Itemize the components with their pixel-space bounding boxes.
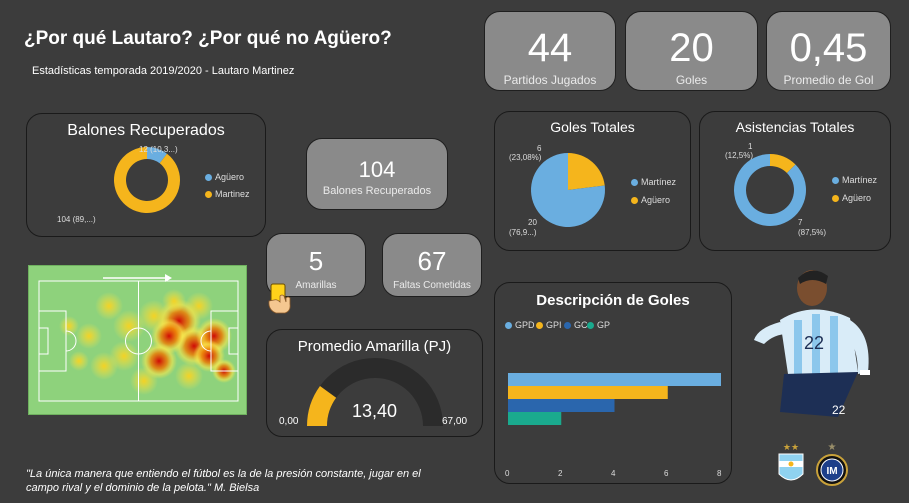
- asistencias-legend-aguero: Agüero: [832, 193, 871, 203]
- heatmap-spot: [175, 362, 203, 390]
- kpi-faltas-label: Faltas Cometidas: [393, 280, 471, 291]
- balones-label-martinez: 104 (89,...): [57, 215, 96, 224]
- heatmap-pitch: [38, 280, 239, 402]
- svg-text:★: ★: [828, 442, 837, 453]
- kpi-balones-card[interactable]: 104 Balones Recuperados: [306, 138, 448, 210]
- inter-crest-icon: ★ IM: [815, 440, 849, 493]
- descripcion-tick-0: 0: [505, 469, 510, 478]
- goles-label-martinez-count: 20: [528, 218, 537, 227]
- player-photo: 22 22: [750, 262, 885, 420]
- asistencias-chart-card[interactable]: Asistencias Totales 1 (12,5%) 7 (87,5%) …: [699, 111, 891, 251]
- kpi-amarillas-value: 5: [308, 246, 324, 276]
- kpi-promedio-value: 0,45: [789, 26, 868, 70]
- svg-text:★★: ★★: [783, 443, 799, 453]
- asistencias-label-aguero-count: 1: [748, 142, 753, 151]
- asistencias-label-martinez-count: 7: [798, 218, 803, 227]
- heatmap-spot: [95, 292, 123, 320]
- kpi-goles-value: 20: [669, 26, 714, 70]
- descripcion-bars: [508, 373, 721, 425]
- descripcion-bar-gpd[interactable]: [508, 373, 721, 386]
- kpi-faltas-card[interactable]: 67 Faltas Cometidas: [382, 233, 482, 297]
- gauge-max: 67,00: [442, 416, 468, 427]
- kpi-promedio-card[interactable]: 0,45 Promedio de Gol: [766, 11, 891, 91]
- page-subtitle: Estadísticas temporada 2019/2020 - Lauta…: [32, 65, 295, 77]
- kpi-partidos-value: 44: [527, 26, 573, 70]
- descripcion-chart-card[interactable]: Descripción de Goles GPD GPI GC GP 0 2 4…: [494, 282, 732, 484]
- goles-label-martinez-pct: (76,9...): [509, 228, 537, 237]
- gauge-min: 0,00: [279, 416, 299, 427]
- descripcion-bar-gc[interactable]: [508, 399, 615, 412]
- dashboard: { "header": { "title": "¿Por qué Lautaro…: [0, 0, 909, 503]
- heatmap-spot: [185, 292, 213, 320]
- balones-label-aguero: 12 (10,3...): [139, 145, 178, 154]
- svg-text:22: 22: [832, 403, 846, 417]
- balones-chart-card[interactable]: Balones Recuperados 12 (10,3...) 104 (89…: [26, 113, 266, 237]
- heatmap-spot: [69, 351, 89, 371]
- descripcion-tick-4: 4: [611, 469, 616, 478]
- kpi-goles-label: Goles: [675, 73, 708, 87]
- kpi-partidos-label: Partidos Jugados: [503, 73, 597, 87]
- kpi-promedio-label: Promedio de Gol: [783, 73, 874, 87]
- heatmap-spot: [59, 316, 79, 336]
- svg-text:IM: IM: [826, 466, 837, 477]
- goles-chart-card[interactable]: Goles Totales 6 (23,08%) 20 (76,9...) Ma…: [494, 111, 691, 251]
- kpi-faltas-value: 67: [417, 246, 447, 276]
- goles-slice-aguero[interactable]: [568, 153, 605, 190]
- yellow-card-hand-icon: [265, 283, 295, 320]
- asistencias-label-aguero-pct: (12,5%): [725, 151, 754, 160]
- asistencias-legend-martinez-label: Martínez: [842, 175, 878, 185]
- goles-legend-aguero-label: Agüero: [641, 195, 671, 205]
- bielsa-quote: "La única manera que entiendo el fútbol …: [26, 468, 421, 494]
- legend-aguero-label: Agüero: [215, 172, 245, 182]
- goles-legend-martinez: Martínez: [631, 177, 676, 187]
- descripcion-tick-8: 8: [717, 469, 722, 478]
- kpi-balones-value: 104: [358, 157, 396, 182]
- kpi-balones-label: Balones Recuperados: [322, 185, 432, 197]
- kpi-goles-card[interactable]: 20 Goles: [625, 11, 758, 91]
- descripcion-tick-6: 6: [664, 469, 669, 478]
- heatmap-spot: [162, 289, 186, 313]
- legend-martinez-label: Martinez: [215, 189, 250, 199]
- descripcion-bar-gpi[interactable]: [508, 386, 668, 399]
- goles-legend-martinez-label: Martínez: [641, 177, 677, 187]
- descripcion-tick-2: 2: [558, 469, 563, 478]
- svg-text:22: 22: [804, 333, 824, 353]
- goles-label-aguero-count: 6: [537, 144, 542, 153]
- legend-aguero: Agüero: [205, 172, 244, 182]
- asistencias-label-martinez-pct: (87,5%): [798, 228, 827, 237]
- goles-label-aguero-pct: (23,08%): [509, 153, 542, 162]
- descripcion-bar-gp[interactable]: [508, 412, 562, 425]
- kpi-partidos-card[interactable]: 44 Partidos Jugados: [484, 11, 616, 91]
- heatmap-spot: [90, 352, 118, 380]
- balones-slice-martinez[interactable]: [114, 147, 180, 213]
- goles-legend-aguero: Agüero: [631, 195, 670, 205]
- asistencias-legend-martinez: Martínez: [832, 175, 877, 185]
- asistencias-legend-aguero-label: Agüero: [842, 193, 872, 203]
- argentina-crest-icon: ★★: [776, 440, 806, 493]
- heatmap-spot: [76, 323, 102, 349]
- legend-martinez: Martinez: [205, 189, 250, 199]
- page-title: ¿Por qué Lautaro? ¿Por qué no Agüero?: [24, 28, 392, 49]
- asistencias-slice-martinez[interactable]: [734, 154, 806, 226]
- heatmap-spot: [130, 367, 158, 395]
- gauge-card[interactable]: Promedio Amarilla (PJ) 13,40 0,00 67,00: [266, 329, 483, 437]
- attack-direction-arrow-icon: [103, 270, 173, 288]
